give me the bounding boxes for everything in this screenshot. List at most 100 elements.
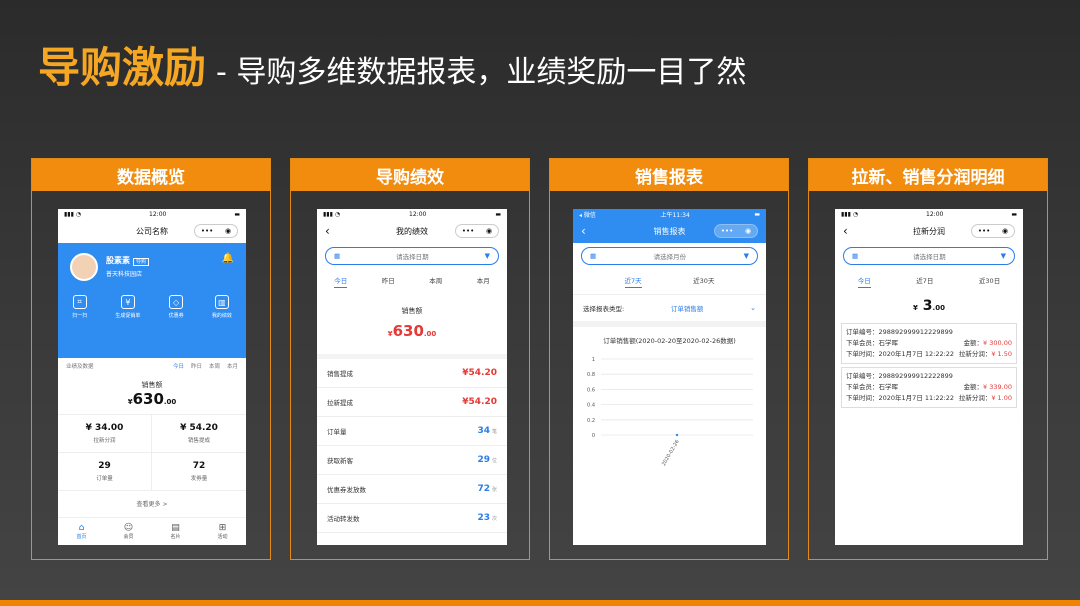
tab-week[interactable]: 本周	[429, 275, 442, 288]
date-picker[interactable]: ▦ 请选择日期 ▼	[843, 247, 1015, 265]
month-picker[interactable]: ▦ 请选择月份 ▼	[581, 247, 758, 265]
tab-month[interactable]: 本月	[477, 275, 490, 288]
avatar[interactable]	[70, 253, 98, 281]
status-time: 12:00	[409, 210, 427, 218]
signal-icon: ▮▮▮ ◔	[841, 210, 859, 218]
close-target-icon[interactable]: ◉	[486, 227, 492, 235]
range-tabs: 近7天 近30天	[573, 269, 766, 294]
status-bar: ▮▮▮ ◔ 12:00 ▬	[835, 209, 1023, 219]
bell-icon[interactable]: 🔔	[222, 253, 234, 264]
y-tick-label: 0.8	[587, 372, 595, 378]
order-number: 订单编号：298892999912222899	[846, 372, 953, 380]
metric-row[interactable]: 销售提成 ¥54.20	[317, 359, 507, 388]
tab-7-days[interactable]: 近7日	[916, 275, 933, 288]
close-target-icon[interactable]: ◉	[1002, 227, 1008, 235]
navbar: ‹ 拉新分润 ••• ◉	[835, 219, 1023, 243]
order-card[interactable]: 订单编号：298892999912222899 下单会员：石学晖 金额：¥ 339…	[841, 367, 1017, 408]
tabbar-home[interactable]: ⌂ 首页	[76, 523, 86, 540]
metric-row[interactable]: 获取新客 29 位	[317, 446, 507, 475]
panel-data-overview: 数据概览 ▮▮▮ ◔ 12:00 ▬ 公司名称 ••• ◉ 股素素 导购 普天科技…	[31, 158, 271, 560]
signal-icon: ▮▮▮ ◔	[64, 210, 82, 218]
status-bar: ◂ 微信 上午11:34 ▬	[573, 209, 766, 219]
metric-row[interactable]: 优惠券发放数 72 张	[317, 475, 507, 504]
tabbar-members[interactable]: ☺ 会员	[123, 523, 133, 540]
close-target-icon[interactable]: ◉	[745, 227, 751, 235]
stat-cell[interactable]: ¥ 54.20 销售提成	[152, 415, 246, 453]
action-promo-order[interactable]: ¥ 生成促销单	[115, 295, 140, 319]
battery-icon: ▬	[1011, 210, 1017, 218]
tab-today[interactable]: 今日	[857, 275, 871, 288]
user-name: 股素素 导购	[106, 255, 150, 266]
phone-screen: ▮▮▮ ◔ 12:00 ▬ 公司名称 ••• ◉ 股素素 导购 普天科技园店 🔔 …	[58, 209, 246, 545]
miniprogram-capsule[interactable]: ••• ◉	[971, 224, 1015, 238]
tabbar-activity[interactable]: ⊞ 活动	[217, 523, 227, 540]
calendar-icon: ▦	[852, 252, 859, 260]
action-scan[interactable]: ⌗ 扫一扫	[72, 295, 87, 319]
action-coupon[interactable]: ◇ 优惠券	[169, 295, 184, 319]
tab-yesterday[interactable]: 昨日	[191, 364, 202, 370]
stats-grid: ¥ 34.00 拉新分润 ¥ 54.20 销售提成 29 订单量 72 发券量	[58, 414, 246, 491]
order-card[interactable]: 订单编号：298892999912229899 下单会员：石学晖 金额：¥ 300…	[841, 323, 1017, 364]
data-point	[675, 433, 679, 437]
navbar: ‹ 我的绩效 ••• ◉	[317, 219, 507, 243]
order-share: ¥ 1.50	[991, 350, 1012, 358]
tab-week[interactable]: 本周	[209, 364, 220, 370]
tab-30-days[interactable]: 近30日	[979, 275, 1000, 288]
more-icon[interactable]: •••	[721, 227, 733, 235]
more-icon[interactable]: •••	[201, 227, 213, 235]
stat-cell[interactable]: ¥ 34.00 拉新分润	[58, 415, 152, 453]
order-amount: ¥ 339.00	[983, 383, 1012, 391]
date-tabs: 今日 昨日 本周 本月	[317, 269, 507, 294]
sales-label: 销售额	[401, 307, 423, 315]
order-time: 下单时间：2020年1月7日 12:22:22	[846, 350, 955, 358]
report-type-label: 选择报表类型:	[583, 305, 625, 313]
panel-header: 数据概览	[32, 159, 270, 191]
panel-header: 销售报表	[550, 159, 788, 191]
back-icon[interactable]: ‹	[325, 224, 330, 238]
chart-title: 订单销售额(2020-02-20至2020-02-26数据)	[603, 337, 736, 345]
section-label: 业绩及数据	[66, 364, 94, 370]
tab-month[interactable]: 本月	[227, 364, 238, 370]
carrier-label: ◂ 微信	[579, 211, 596, 219]
action-performance[interactable]: ▥ 我的绩效	[212, 295, 232, 319]
order-time: 下单时间：2020年1月7日 11:22:22	[846, 394, 955, 402]
metric-row[interactable]: 拉新提成 ¥54.20	[317, 388, 507, 417]
store-name: 普天科技园店	[106, 271, 143, 278]
navbar: 公司名称 ••• ◉	[58, 219, 246, 243]
tab-yesterday[interactable]: 昨日	[382, 275, 395, 288]
stat-cell[interactable]: 29 订单量	[58, 453, 152, 491]
chevron-down-icon: ▼	[743, 252, 749, 260]
bottom-accent-bar	[0, 600, 1080, 606]
date-picker[interactable]: ▦ 请选择日期 ▼	[325, 247, 499, 265]
receipt-icon: ¥	[120, 295, 135, 309]
title-subtitle: - 导购多维数据报表，业绩奖励一目了然	[216, 55, 747, 90]
sales-summary: 销售额 ¥630.00	[58, 374, 246, 414]
miniprogram-capsule[interactable]: ••• ◉	[194, 224, 238, 238]
metric-row[interactable]: 订单量 34 笔	[317, 417, 507, 446]
metric-row[interactable]: 活动转发数 23 次	[317, 504, 507, 533]
tab-today[interactable]: 今日	[173, 364, 184, 370]
signal-icon: ▮▮▮ ◔	[323, 210, 341, 218]
report-type-selector[interactable]: 选择报表类型: 订单销售额 ⌄	[573, 294, 766, 327]
miniprogram-capsule[interactable]: ••• ◉	[455, 224, 499, 238]
tab-7-days[interactable]: 近7天	[624, 275, 642, 288]
stat-cell[interactable]: 72 发券量	[152, 453, 246, 491]
range-tabs: 今日 近7日 近30日	[835, 269, 1023, 294]
sales-line-chart: 1 0.8 0.6 0.4 0.2 0 2020-02-26	[587, 357, 753, 467]
slide-title: 导购激励 - 导购多维数据报表，业绩奖励一目了然	[38, 34, 746, 95]
status-time: 12:00	[149, 210, 167, 218]
more-icon[interactable]: •••	[462, 227, 474, 235]
chart-grid	[601, 358, 753, 436]
tab-30-days[interactable]: 近30天	[693, 275, 714, 288]
nav-title: 公司名称	[136, 226, 168, 236]
back-icon[interactable]: ‹	[843, 224, 848, 238]
back-icon[interactable]: ‹	[581, 224, 586, 238]
share-total: ¥ 3.00	[913, 298, 945, 314]
navbar: ‹ 销售报表 ••• ◉	[573, 219, 766, 243]
tab-today[interactable]: 今日	[334, 275, 348, 288]
miniprogram-capsule[interactable]: ••• ◉	[714, 224, 758, 238]
tabbar-card[interactable]: ▤ 名片	[170, 523, 180, 540]
view-more-link[interactable]: 查看更多 >	[58, 491, 246, 516]
close-target-icon[interactable]: ◉	[225, 227, 231, 235]
more-icon[interactable]: •••	[978, 227, 990, 235]
